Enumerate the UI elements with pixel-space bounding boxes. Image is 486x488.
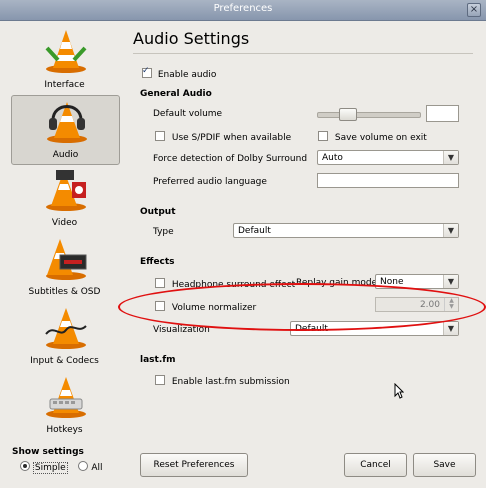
vlc-cone-keyboard-icon bbox=[46, 377, 86, 418]
sidebar-item-label: Video bbox=[51, 218, 78, 228]
sidebar-item-label: Interface bbox=[44, 80, 85, 90]
dolby-select-value: Auto bbox=[322, 153, 343, 163]
save-volume-label: Save volume on exit bbox=[334, 133, 427, 143]
checkbox-box[interactable] bbox=[142, 66, 152, 78]
vlc-cone-headphones-icon bbox=[47, 102, 87, 143]
vlc-cone-icon bbox=[45, 30, 87, 73]
category-sidebar: Interface Audio Video Subtitles & OSD In… bbox=[6, 26, 121, 441]
vlc-cone-cables-icon bbox=[45, 308, 87, 349]
sidebar-item-interface[interactable]: Interface bbox=[11, 26, 118, 94]
output-type-select[interactable]: Default ▼ bbox=[233, 223, 459, 238]
dolby-label: Force detection of Dolby Surround bbox=[153, 154, 308, 164]
checkbox-box[interactable] bbox=[155, 131, 165, 141]
title-bar: Preferences × bbox=[0, 0, 486, 21]
effects-heading: Effects bbox=[140, 257, 175, 267]
default-volume-spinbox[interactable] bbox=[426, 105, 459, 122]
sidebar-item-subtitles-osd[interactable]: Subtitles & OSD bbox=[11, 233, 118, 301]
enable-audio-checkbox[interactable]: Enable audio bbox=[142, 66, 217, 80]
highlight-annotation-ring bbox=[118, 283, 486, 331]
default-volume-label: Default volume bbox=[153, 109, 223, 119]
chevron-down-icon: ▼ bbox=[443, 322, 458, 335]
title-divider bbox=[133, 53, 473, 54]
all-radio-label[interactable]: All bbox=[91, 463, 102, 473]
default-volume-slider-handle[interactable] bbox=[339, 108, 357, 121]
sidebar-item-label: Audio bbox=[52, 150, 79, 160]
default-volume-slider-track[interactable] bbox=[317, 112, 421, 118]
window-title: Preferences bbox=[213, 3, 273, 14]
enable-audio-label: Enable audio bbox=[157, 70, 217, 80]
sidebar-item-label: Input & Codecs bbox=[30, 356, 99, 366]
reset-preferences-button[interactable]: Reset Preferences bbox=[140, 453, 248, 477]
close-button[interactable]: × bbox=[467, 3, 481, 17]
output-type-label: Type bbox=[153, 227, 174, 237]
close-icon: × bbox=[469, 4, 479, 15]
lastfm-heading: last.fm bbox=[140, 355, 176, 365]
sidebar-item-video[interactable]: Video bbox=[11, 164, 118, 232]
preferred-language-input[interactable] bbox=[317, 173, 459, 188]
vlc-cone-subtitles-icon bbox=[46, 239, 87, 280]
save-volume-checkbox[interactable]: Save volume on exit bbox=[318, 131, 427, 143]
dolby-select[interactable]: Auto ▼ bbox=[317, 150, 459, 165]
lastfm-label: Enable last.fm submission bbox=[171, 377, 290, 387]
panel-title: Audio Settings bbox=[133, 29, 250, 48]
sidebar-item-label: Subtitles & OSD bbox=[28, 287, 101, 297]
spdif-label: Use S/PDIF when available bbox=[171, 133, 292, 143]
spdif-checkbox[interactable]: Use S/PDIF when available bbox=[155, 131, 291, 143]
chevron-down-icon: ▼ bbox=[443, 151, 458, 164]
chevron-down-icon: ▼ bbox=[443, 224, 458, 237]
simple-radio-label[interactable]: Simple bbox=[32, 462, 68, 474]
all-radio[interactable] bbox=[78, 461, 89, 471]
general-audio-heading: General Audio bbox=[140, 89, 212, 99]
show-settings-label: Show settings bbox=[12, 447, 84, 457]
checkbox-box[interactable] bbox=[155, 375, 165, 385]
cancel-button[interactable]: Cancel bbox=[344, 453, 407, 477]
preferences-window: Preferences × Interface Audio Video Subt… bbox=[0, 0, 486, 488]
checkbox-box[interactable] bbox=[155, 278, 165, 288]
sidebar-item-input-codecs[interactable]: Input & Codecs bbox=[11, 302, 118, 370]
simple-radio[interactable] bbox=[20, 461, 30, 471]
output-heading: Output bbox=[140, 207, 176, 217]
chevron-down-icon: ▼ bbox=[443, 275, 458, 288]
sidebar-item-audio[interactable]: Audio bbox=[11, 95, 120, 165]
preferred-language-label: Preferred audio language bbox=[153, 177, 267, 187]
sidebar-item-label: Hotkeys bbox=[46, 425, 83, 435]
vlc-cone-film-icon bbox=[46, 170, 86, 211]
output-type-value: Default bbox=[238, 226, 271, 236]
mouse-cursor-icon bbox=[394, 383, 404, 399]
lastfm-checkbox[interactable]: Enable last.fm submission bbox=[155, 375, 290, 387]
checkbox-box[interactable] bbox=[318, 131, 328, 141]
save-button[interactable]: Save bbox=[413, 453, 476, 477]
sidebar-item-hotkeys[interactable]: Hotkeys bbox=[11, 371, 118, 439]
show-settings-group: Show settings Simple All bbox=[12, 447, 103, 474]
